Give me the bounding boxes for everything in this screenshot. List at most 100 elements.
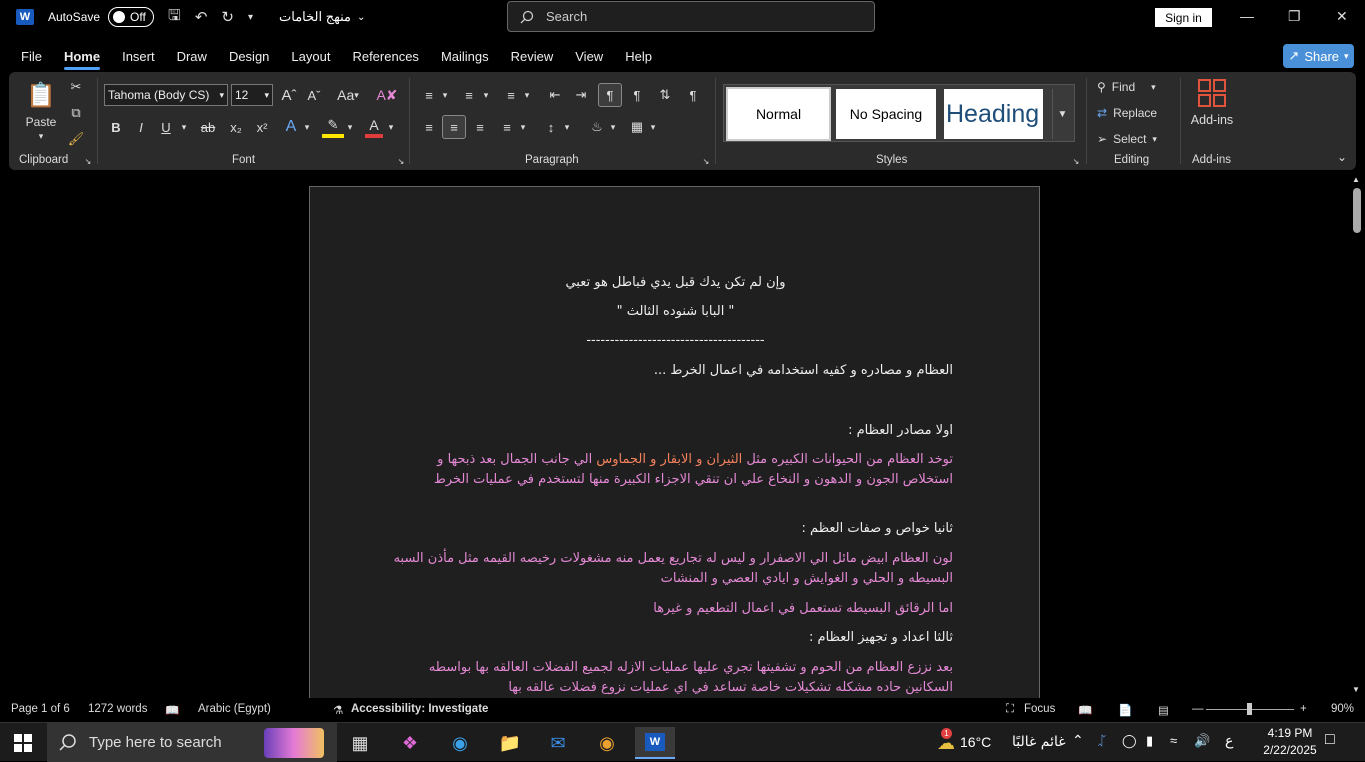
italic-button[interactable]: I bbox=[132, 116, 150, 138]
file-explorer-icon[interactable]: 📁 bbox=[490, 727, 530, 759]
tab-insert[interactable]: Insert bbox=[111, 40, 166, 72]
change-case-button[interactable]: Aa ▾ bbox=[334, 84, 362, 106]
justify-icon[interactable]: ≡ bbox=[497, 116, 517, 138]
cut-icon[interactable]: ✂ bbox=[67, 78, 85, 96]
chevron-down-icon[interactable]: ▾ bbox=[607, 116, 619, 138]
battery-icon[interactable]: ▮ bbox=[1146, 733, 1153, 749]
scroll-up-icon[interactable]: ▲ bbox=[1350, 174, 1362, 184]
align-center-icon[interactable]: ≡ bbox=[442, 115, 466, 139]
style-no-spacing[interactable]: No Spacing bbox=[836, 89, 936, 139]
line-spacing-icon[interactable]: ↕ bbox=[541, 116, 561, 138]
tab-review[interactable]: Review bbox=[500, 40, 565, 72]
align-right-icon[interactable]: ≡ bbox=[470, 116, 490, 138]
page-count[interactable]: Page 1 of 6 bbox=[11, 703, 70, 715]
chevron-down-icon[interactable]: ▾ bbox=[561, 116, 573, 138]
collapse-ribbon-icon[interactable]: ⌄ bbox=[1335, 150, 1349, 164]
accessibility-status[interactable]: Accessibility: Investigate bbox=[351, 703, 488, 715]
replace-button[interactable]: ⇄ Replace bbox=[1097, 103, 1177, 123]
dialog-launcher-icon[interactable]: ↘ bbox=[1071, 156, 1081, 166]
tab-help[interactable]: Help bbox=[614, 40, 663, 72]
dialog-launcher-icon[interactable]: ↘ bbox=[701, 156, 711, 166]
font-name-combo[interactable]: Tahoma (Body CS) ▾ bbox=[104, 84, 228, 106]
scrollbar-thumb[interactable] bbox=[1353, 188, 1361, 233]
search-box[interactable]: Search bbox=[507, 1, 875, 32]
word-count[interactable]: 1272 words bbox=[88, 703, 147, 715]
strikethrough-button[interactable]: ab bbox=[197, 116, 219, 138]
zoom-out-icon[interactable]: — bbox=[1192, 703, 1204, 715]
input-language[interactable]: ع bbox=[1225, 733, 1233, 749]
highlight-icon[interactable]: ✎ bbox=[322, 116, 344, 138]
save-icon[interactable]: 🖫 bbox=[168, 5, 181, 30]
document-page[interactable]: وإن لم تكن يدك قبل يدي فباطل هو تعبي " ا… bbox=[309, 186, 1040, 706]
chevron-down-icon[interactable]: ▾ bbox=[345, 116, 355, 138]
tab-home[interactable]: Home bbox=[53, 40, 111, 72]
edge-icon[interactable]: ◉ bbox=[440, 727, 480, 759]
borders-icon[interactable]: ▦ bbox=[627, 116, 647, 138]
doc-heading-second[interactable]: ثانيا خواص و صفات العظم : bbox=[383, 519, 953, 539]
ltr-direction-icon[interactable]: ¶ bbox=[627, 84, 647, 106]
style-normal[interactable]: Normal bbox=[726, 87, 831, 141]
taskbar-search[interactable]: Type here to search bbox=[47, 723, 337, 762]
tab-references[interactable]: References bbox=[341, 40, 429, 72]
zoom-slider-thumb[interactable] bbox=[1247, 703, 1252, 715]
font-size-combo[interactable]: 12 ▾ bbox=[231, 84, 273, 106]
copy-icon[interactable]: ⧉ bbox=[67, 104, 85, 122]
focus-button[interactable]: Focus bbox=[1024, 703, 1055, 715]
document-title[interactable]: منهج الخامات ⌄ bbox=[279, 9, 365, 25]
font-color-icon[interactable]: A bbox=[365, 116, 383, 138]
redo-icon[interactable]: ↻ bbox=[221, 8, 234, 26]
addins-button[interactable]: Add-ins bbox=[1187, 112, 1237, 128]
shading-icon[interactable]: ♨ bbox=[587, 116, 607, 138]
autosave-toggle[interactable]: Off bbox=[108, 7, 155, 27]
restore-icon[interactable]: ❐ bbox=[1288, 8, 1301, 25]
customize-qat-icon[interactable]: ▾ bbox=[248, 12, 253, 23]
print-layout-icon[interactable]: 📄 bbox=[1118, 703, 1132, 717]
styles-more-icon[interactable]: ▼ bbox=[1052, 89, 1072, 139]
doc-heading-1[interactable]: العظام و مصادره و كفيه استخدامه في اعمال… bbox=[383, 361, 953, 381]
chevron-down-icon[interactable]: ▾ bbox=[386, 116, 396, 138]
share-button[interactable]: ↗ Share ▾ bbox=[1283, 44, 1354, 68]
find-button[interactable]: ⚲ Find ▾ bbox=[1097, 77, 1167, 97]
doc-line-3[interactable]: -------------------------------------- bbox=[310, 331, 1041, 351]
shrink-font-icon[interactable]: Aˇ bbox=[304, 84, 324, 106]
select-button[interactable]: ➢ Select ▾ bbox=[1097, 129, 1177, 149]
doc-para-2[interactable]: لون العظام ابيض مائل الي الاصفرار و ليس … bbox=[383, 549, 953, 589]
chevron-down-icon[interactable]: ▾ bbox=[439, 84, 451, 106]
format-painter-icon[interactable]: 🖌 bbox=[67, 130, 85, 148]
zoom-in-icon[interactable]: + bbox=[1300, 703, 1307, 715]
language-indicator[interactable]: Arabic (Egypt) bbox=[198, 703, 271, 715]
chevron-down-icon[interactable]: ▾ bbox=[480, 84, 492, 106]
proofing-icon[interactable]: 📖 bbox=[165, 703, 179, 717]
task-view-icon[interactable]: ▦ bbox=[340, 727, 380, 759]
tab-view[interactable]: View bbox=[564, 40, 614, 72]
word-taskbar-icon[interactable]: W bbox=[635, 727, 675, 759]
bold-button[interactable]: B bbox=[107, 116, 125, 138]
weather-temp[interactable]: 16°C bbox=[960, 734, 991, 750]
tab-file[interactable]: File bbox=[10, 40, 53, 72]
bluetooth-icon[interactable]: ᛢ bbox=[1098, 733, 1106, 748]
doc-heading-third[interactable]: ثالثا اعداد و تجهيز العظام : bbox=[383, 628, 953, 648]
close-icon[interactable]: ✕ bbox=[1336, 8, 1348, 25]
underline-button[interactable]: U bbox=[157, 116, 175, 138]
wifi-icon[interactable]: ≈ bbox=[1170, 733, 1177, 748]
decrease-indent-icon[interactable]: ⇤ bbox=[545, 84, 565, 106]
tab-draw[interactable]: Draw bbox=[166, 40, 218, 72]
subscript-button[interactable]: x₂ bbox=[226, 116, 246, 138]
doc-para-4[interactable]: بعد نززع العظام من الحوم و تشفيتها تجري … bbox=[383, 658, 953, 698]
addins-icon[interactable] bbox=[1197, 78, 1227, 108]
paste-icon[interactable]: 📋 bbox=[25, 80, 57, 110]
minimize-icon[interactable]: — bbox=[1240, 8, 1254, 24]
chevron-down-icon[interactable]: ▾ bbox=[177, 116, 191, 138]
tab-mailings[interactable]: Mailings bbox=[430, 40, 500, 72]
tab-layout[interactable]: Layout bbox=[280, 40, 341, 72]
volume-icon[interactable]: 🔊 bbox=[1194, 733, 1210, 749]
scroll-down-icon[interactable]: ▼ bbox=[1350, 684, 1362, 694]
tab-design[interactable]: Design bbox=[218, 40, 280, 72]
chevron-down-icon[interactable]: ▾ bbox=[521, 84, 533, 106]
web-layout-icon[interactable]: ▤ bbox=[1158, 703, 1169, 717]
notifications-icon[interactable]: □ bbox=[1325, 731, 1335, 749]
paste-button[interactable]: Paste bbox=[21, 114, 61, 130]
superscript-button[interactable]: x² bbox=[252, 116, 272, 138]
doc-para-3[interactable]: اما الرقائق البسيطه تستعمل في اعمال التط… bbox=[383, 599, 953, 619]
clock-date[interactable]: 2/22/2025 bbox=[1252, 743, 1328, 757]
